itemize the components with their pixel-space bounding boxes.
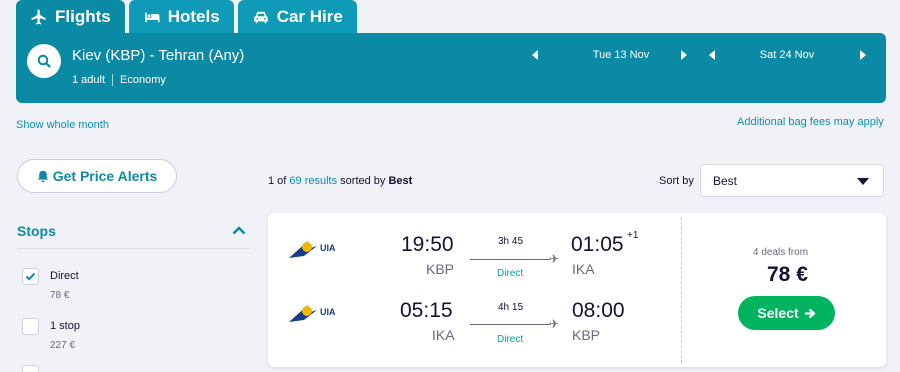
return-leg: UIA 05:15 IKA 4h 15 ✈ Direct 08:00 KBP	[268, 277, 681, 345]
route-line	[470, 259, 550, 260]
depart-next-day-button[interactable]	[681, 50, 687, 60]
sort-selected-value: Best	[713, 174, 738, 188]
outbound-leg: UIA 19:50 KBP 3h 45 ✈ Direct 01:05 +1 IK…	[268, 213, 681, 279]
departure-airport: KBP	[426, 261, 455, 277]
tab-car-hire[interactable]: Car Hire	[237, 0, 357, 34]
checkmark-icon	[25, 272, 36, 281]
flight-duration: 3h 45	[498, 236, 524, 247]
cabin-class: Economy	[120, 74, 166, 86]
bell-icon	[37, 170, 48, 182]
results-prefix: 1 of	[268, 175, 290, 187]
return-date-picker: Sat 24 Nov	[707, 47, 869, 63]
direct-option-price: 78 €	[50, 290, 70, 301]
price-alerts-button[interactable]: Get Price Alerts	[17, 159, 177, 193]
price-alerts-label: Get Price Alerts	[52, 168, 158, 184]
airline-logo-icon	[289, 305, 317, 322]
one-stop-option-label[interactable]: 1 stop	[50, 320, 80, 332]
airline-name: UIA	[320, 307, 336, 317]
sort-label: Sort by	[659, 175, 694, 187]
departure-time: 19:50	[401, 233, 454, 256]
airline-logo: UIA	[288, 301, 336, 323]
passenger-summary: 1 adult Economy	[72, 74, 166, 86]
depart-prev-day-button[interactable]	[532, 50, 538, 60]
one-stop-option-price: 227 €	[50, 340, 76, 351]
passenger-count: 1 adult	[72, 74, 106, 86]
route-text: Kiev (KBP) - Tehran (Any)	[72, 47, 245, 64]
airline-logo-icon	[289, 241, 317, 258]
tab-car-hire-label: Car Hire	[276, 7, 343, 26]
departure-airport: IKA	[432, 327, 455, 343]
two-stops-checkbox[interactable]	[22, 365, 39, 372]
chevron-up-icon[interactable]	[232, 226, 246, 235]
flight-duration: 4h 15	[498, 302, 524, 313]
price: 78 €	[767, 263, 808, 286]
sorted-by-value: Best	[388, 175, 413, 187]
search-icon	[37, 54, 51, 68]
arrival-time: 08:00	[572, 299, 625, 322]
results-count-link[interactable]: 69 results	[289, 175, 337, 187]
sort-dropdown[interactable]: Best	[700, 164, 884, 197]
search-button[interactable]	[27, 44, 61, 78]
one-stop-checkbox[interactable]	[22, 318, 39, 335]
select-button[interactable]: Select	[738, 296, 835, 330]
return-prev-day-button[interactable]	[709, 50, 715, 60]
divider	[681, 217, 682, 363]
stops-label: Direct	[497, 334, 524, 345]
return-next-day-button[interactable]	[860, 50, 866, 60]
arrival-time: 01:05	[571, 233, 624, 256]
bag-fees-link[interactable]: Additional bag fees may apply	[737, 116, 884, 128]
stops-filter-title[interactable]: Stops	[17, 223, 56, 239]
select-label: Select	[757, 305, 799, 321]
direct-option-label[interactable]: Direct	[50, 270, 79, 282]
departure-time: 05:15	[400, 299, 453, 322]
arrival-airport: KBP	[572, 327, 601, 343]
tab-hotels-label: Hotels	[167, 7, 220, 26]
results-middle: sorted by	[337, 175, 389, 187]
tab-flights[interactable]: Flights	[16, 0, 125, 34]
divider	[112, 74, 114, 86]
plane-icon	[31, 9, 46, 25]
tab-flights-label: Flights	[55, 7, 111, 26]
arrow-right-icon	[804, 308, 816, 318]
search-tabs: Flights Hotels Car Hire	[16, 0, 357, 34]
result-card[interactable]: UIA 19:50 KBP 3h 45 ✈ Direct 01:05 +1 IK…	[268, 213, 886, 367]
bed-icon	[144, 12, 160, 23]
route-line	[470, 324, 550, 325]
tab-hotels[interactable]: Hotels	[128, 0, 234, 34]
results-summary: 1 of 69 results sorted by Best	[268, 175, 412, 187]
divider	[17, 248, 250, 249]
direct-checkbox[interactable]	[22, 268, 39, 285]
plane-icon: ✈	[549, 317, 560, 331]
caret-down-icon	[857, 178, 869, 185]
airline-name: UIA	[320, 243, 336, 253]
depart-date-picker: Tue 13 Nov	[529, 47, 697, 63]
return-date[interactable]: Sat 24 Nov	[745, 49, 829, 61]
depart-date[interactable]: Tue 13 Nov	[579, 49, 663, 61]
airline-logo: UIA	[288, 237, 336, 259]
day-offset: +1	[627, 230, 639, 241]
arrival-airport: IKA	[572, 261, 595, 277]
show-whole-month-link[interactable]: Show whole month	[16, 119, 109, 131]
search-summary-bar[interactable]: Kiev (KBP) - Tehran (Any) 1 adult Econom…	[16, 33, 886, 103]
deals-count: 4 deals from	[753, 247, 809, 258]
plane-icon: ✈	[549, 252, 560, 266]
car-icon	[253, 11, 268, 24]
